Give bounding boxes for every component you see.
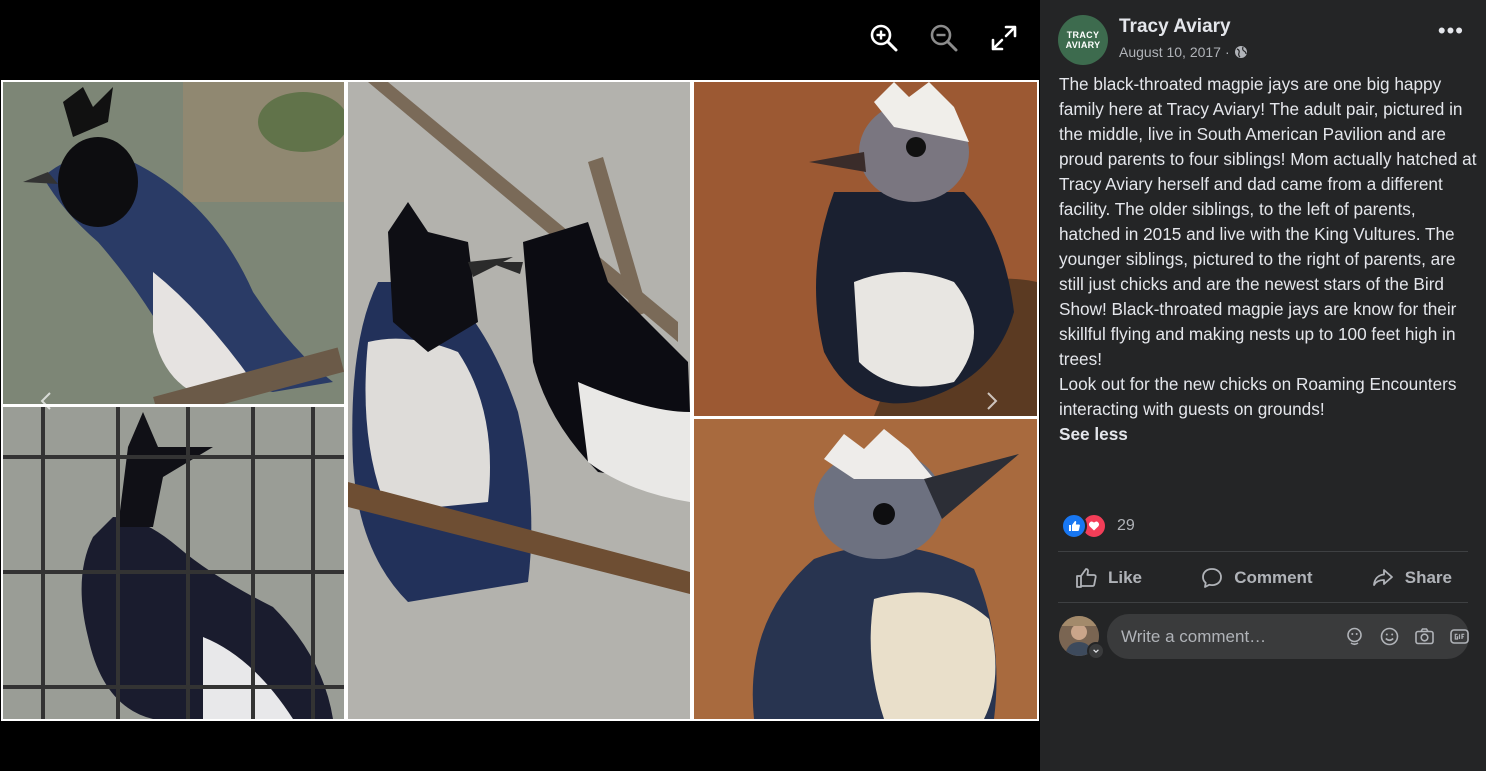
globe-icon [1234,46,1247,58]
comment-icon [1202,568,1223,588]
more-options-button[interactable]: ••• [1438,20,1464,42]
meta-separator: · [1224,44,1230,60]
zoom-in-button[interactable] [866,22,902,54]
avatar-sticker-icon[interactable] [1344,626,1365,647]
photo-collage[interactable] [1,80,1039,721]
zoom-out-button[interactable] [926,22,962,54]
share-button[interactable]: Share [1355,556,1468,600]
chick-1-image [694,82,1037,416]
thumbs-up-icon [1076,568,1097,588]
post-meta: August 10, 2017 · [1119,44,1248,60]
chick-2-image [694,419,1037,719]
post-paragraph-1: The black-throated magpie jays are one b… [1059,74,1477,369]
fullscreen-icon [991,25,1017,51]
gif-icon[interactable] [1449,626,1470,647]
photo-jay-perched [3,82,344,404]
page-name[interactable]: Tracy Aviary [1119,16,1231,38]
post-panel: TRACY AVIARY Tracy Aviary August 10, 201… [1040,0,1486,771]
avatar-text-line-1: TRACY [1066,30,1100,40]
comment-input[interactable] [1107,625,1344,648]
like-label: Like [1108,568,1143,587]
jay-perched-image [3,82,344,404]
share-icon [1372,569,1393,586]
divider [1058,551,1468,552]
photo-chick-1 [694,82,1037,416]
post-text: The black-throated magpie jays are one b… [1059,72,1479,447]
camera-icon[interactable] [1414,626,1435,647]
share-label: Share [1404,568,1452,587]
page-avatar[interactable]: TRACY AVIARY [1058,15,1108,65]
comment-tools [1344,626,1486,647]
photo-chick-2 [694,419,1037,719]
reaction-count: 29 [1117,517,1135,534]
photo-viewer [0,0,1040,771]
divider [1058,602,1468,603]
emoji-icon[interactable] [1379,626,1400,647]
photo-jay-cage [3,407,344,719]
photo-jay-pair [348,82,690,719]
zoom-in-icon [870,24,898,52]
next-photo-button[interactable] [973,383,1009,419]
jay-pair-image [348,82,690,719]
account-switch-button[interactable] [1087,642,1105,660]
chevron-left-icon [40,392,51,410]
see-less-link[interactable]: See less [1059,422,1479,447]
previous-photo-button[interactable] [29,383,65,419]
post-actions: Like Comment Share [1058,556,1468,600]
fullscreen-button[interactable] [986,22,1022,54]
comment-button[interactable]: Comment [1184,556,1328,600]
chevron-right-icon [987,392,998,410]
comment-composer [1107,614,1469,659]
avatar-text-line-2: AVIARY [1065,40,1101,50]
comment-label: Comment [1234,568,1313,587]
like-reaction-icon [1061,513,1087,539]
reactions-summary[interactable]: 29 [1061,513,1135,539]
like-button[interactable]: Like [1058,556,1158,600]
post-date[interactable]: August 10, 2017 [1119,44,1221,60]
viewer-toolbar [866,22,1022,54]
post-paragraph-2: Look out for the new chicks on Roaming E… [1059,374,1457,419]
zoom-out-icon [930,24,958,52]
jay-cage-image [3,407,344,719]
chevron-down-icon [1093,649,1099,654]
